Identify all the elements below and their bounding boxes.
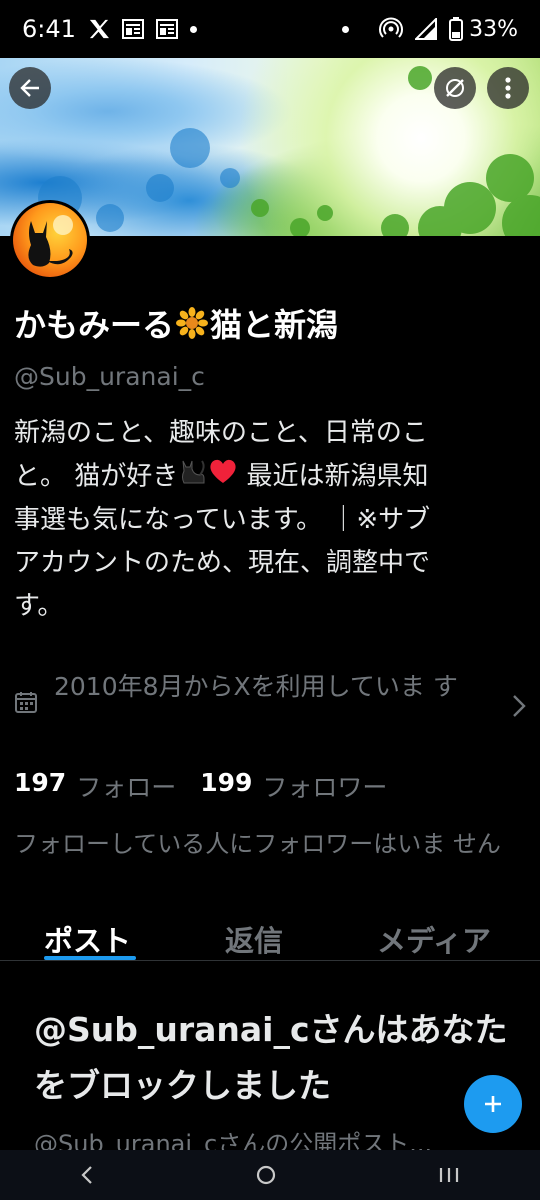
mutual-followers-text: フォローしている人にフォロワーはいま せん bbox=[14, 830, 501, 858]
followers-count: 199 bbox=[200, 768, 253, 797]
signal-icon bbox=[415, 18, 438, 40]
battery-icon bbox=[449, 17, 464, 41]
compose-button[interactable] bbox=[464, 1075, 522, 1133]
calendar-icon bbox=[14, 690, 38, 714]
following-link[interactable]: 197 フォロー bbox=[14, 768, 176, 804]
following-label: フォロー bbox=[76, 773, 177, 802]
chevron-left-icon bbox=[81, 1166, 93, 1184]
avatar[interactable] bbox=[10, 200, 90, 280]
notification-dot-icon bbox=[189, 25, 197, 33]
news-icon bbox=[121, 19, 144, 39]
tab-media[interactable]: メディア bbox=[377, 918, 491, 960]
profile-banner bbox=[0, 58, 540, 236]
joined-date-row[interactable]: 2010年8月からXを利用していま す bbox=[14, 668, 526, 752]
bio-text: と。 猫が好き bbox=[14, 461, 179, 492]
more-vertical-icon bbox=[505, 77, 511, 99]
follow-counts: 197 フォロー 199 フォロワー bbox=[14, 768, 405, 804]
bio-line: アカウントのため、現在、調整中で bbox=[14, 548, 431, 578]
bio-line: す。 bbox=[14, 591, 64, 621]
tab-replies[interactable]: 返信 bbox=[225, 918, 283, 960]
news-icon bbox=[155, 19, 178, 39]
nav-back-button[interactable] bbox=[80, 1164, 94, 1186]
joined-date-text: 2010年8月からXを利用していま す bbox=[54, 672, 458, 701]
grok-button[interactable] bbox=[434, 67, 476, 109]
followers-label: フォロワー bbox=[262, 773, 388, 802]
blocked-subtitle: @Sub_uranai_cさんの公開ポスト... bbox=[34, 1130, 433, 1150]
bio-line: 事選も気になっています。 ｜※サブ bbox=[14, 505, 431, 535]
system-nav-bar bbox=[0, 1150, 540, 1200]
profile-tabs: ポスト 返信 メディア bbox=[0, 912, 540, 962]
chevron-right-icon bbox=[512, 694, 526, 722]
blocked-title: @Sub_uranai_cさんはあなたをブロックしました bbox=[34, 1010, 508, 1105]
following-count: 197 bbox=[14, 768, 67, 797]
battery-percent: 33% bbox=[469, 16, 518, 42]
profile-name-part1: かもみーる bbox=[14, 306, 175, 344]
grok-icon bbox=[443, 76, 467, 100]
black-cat-icon bbox=[178, 455, 208, 499]
profile-bio: 新潟のこと、趣味のこと、日常のこ と。 猫が好き 最近は新潟県知 事選も気になっ… bbox=[14, 412, 524, 628]
status-bar: 6:41 33% bbox=[0, 0, 540, 58]
back-button[interactable] bbox=[9, 67, 51, 109]
profile-name: かもみーる 猫と新潟 bbox=[14, 300, 338, 346]
more-button[interactable] bbox=[487, 67, 529, 109]
notification-dot-icon bbox=[342, 25, 350, 33]
bio-text: 最近は新潟県知 bbox=[238, 461, 429, 492]
profile-handle: @Sub_uranai_c bbox=[14, 362, 205, 391]
arrow-left-icon bbox=[19, 77, 41, 99]
x-logo-icon bbox=[88, 19, 110, 39]
bio-line: 新潟のこと、趣味のこと、日常のこ bbox=[14, 418, 428, 448]
home-circle-icon bbox=[256, 1165, 276, 1185]
profile-name-part2: 猫と新潟 bbox=[210, 306, 339, 344]
nav-recents-button[interactable] bbox=[438, 1165, 460, 1185]
divider bbox=[0, 960, 540, 961]
bio-line: と。 猫が好き 最近は新潟県知 bbox=[14, 455, 524, 499]
red-heart-icon bbox=[208, 456, 238, 499]
clock: 6:41 bbox=[22, 15, 76, 43]
hotspot-icon bbox=[379, 17, 404, 41]
recents-icon bbox=[439, 1168, 458, 1182]
followers-link[interactable]: 199 フォロワー bbox=[200, 768, 387, 804]
nav-home-button[interactable] bbox=[255, 1164, 277, 1186]
plus-icon bbox=[483, 1094, 503, 1114]
sunflower-icon bbox=[176, 307, 209, 339]
tab-posts[interactable]: ポスト bbox=[44, 918, 131, 960]
cat-silhouette-avatar-image bbox=[13, 203, 87, 277]
